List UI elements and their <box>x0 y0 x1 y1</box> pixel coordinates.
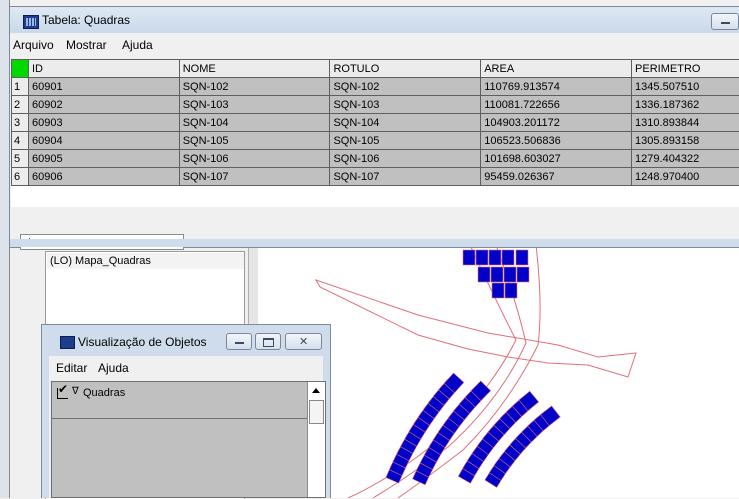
scroll-up-arrow-icon[interactable] <box>309 384 323 398</box>
cell-perimetro[interactable]: 1305.893158 <box>632 132 739 150</box>
layer-item-mapa-quadras[interactable]: (LO) Mapa_Quadras <box>47 253 244 269</box>
table-row[interactable]: 5 60905 SQN-106 SQN-106 101698.603027 12… <box>12 150 739 168</box>
row-number[interactable]: 1 <box>12 78 29 96</box>
cell-rotulo[interactable]: SQN-103 <box>330 96 481 114</box>
cell-area[interactable]: 106523.506836 <box>481 132 632 150</box>
viewer-client: Editar Ajuda ∇ Quadras <box>49 356 323 498</box>
cell-id[interactable]: 60902 <box>28 96 179 114</box>
menu-ajuda-viewer[interactable]: Ajuda <box>98 361 129 375</box>
column-header-rotulo[interactable]: ROTULO <box>330 60 481 78</box>
column-header-perimetro[interactable]: PERIMETRO <box>632 60 739 78</box>
row-number[interactable]: 6 <box>12 168 29 186</box>
cell-nome[interactable]: SQN-107 <box>179 168 330 186</box>
cell-area[interactable]: 110081.722656 <box>481 96 632 114</box>
minimize-button[interactable] <box>711 13 739 30</box>
parcel-block <box>516 250 528 265</box>
cell-area[interactable]: 95459.026367 <box>481 168 632 186</box>
cell-rotulo[interactable]: SQN-105 <box>330 132 481 150</box>
parcel-block <box>489 250 501 265</box>
cell-perimetro[interactable]: 1345.507510 <box>632 78 739 96</box>
attribute-grid: ID NOME ROTULO AREA PERIMETRO 1 60901 SQ… <box>11 59 739 207</box>
object-viewer-window: Visualização de Objetos Editar Ajuda ∇ Q… <box>41 324 331 498</box>
menu-ajuda[interactable]: Ajuda <box>122 38 153 52</box>
column-header-nome[interactable]: NOME <box>179 60 330 78</box>
cell-nome[interactable]: SQN-103 <box>179 96 330 114</box>
cell-nome[interactable]: SQN-106 <box>179 150 330 168</box>
cell-perimetro[interactable]: 1248.970400 <box>632 168 739 186</box>
object-list: ∇ Quadras <box>51 381 326 498</box>
table-window: Tabela: Quadras Arquivo Mostrar Ajuda ID… <box>9 6 739 248</box>
table-row[interactable]: 3 60903 SQN-104 SQN-104 104903.201172 13… <box>12 114 739 132</box>
cell-perimetro[interactable]: 1310.893844 <box>632 114 739 132</box>
cell-rotulo[interactable]: SQN-107 <box>330 168 481 186</box>
parcel-block <box>463 250 475 265</box>
column-header-id[interactable]: ID <box>28 60 179 78</box>
object-item-label: Quadras <box>83 387 125 399</box>
cell-rotulo[interactable]: SQN-106 <box>330 150 481 168</box>
expand-triangle-icon[interactable]: ∇ <box>72 386 79 397</box>
table-window-titlebar[interactable]: Tabela: Quadras <box>10 7 739 33</box>
table-row[interactable]: 1 60901 SQN-102 SQN-102 110769.913574 13… <box>12 78 739 96</box>
vertical-scrollbar[interactable] <box>307 382 325 497</box>
table-row[interactable]: 4 60904 SQN-105 SQN-105 106523.506836 13… <box>12 132 739 150</box>
cell-rotulo[interactable]: SQN-104 <box>330 114 481 132</box>
menu-mostrar[interactable]: Mostrar <box>66 38 107 52</box>
table-window-bottom-border <box>10 239 739 247</box>
viewer-minimize-button[interactable] <box>226 333 252 350</box>
viewer-maximize-button[interactable] <box>255 333 281 350</box>
row-number[interactable]: 3 <box>12 114 29 132</box>
table-menubar: Arquivo Mostrar Ajuda <box>10 33 739 55</box>
parcel-block <box>502 250 514 265</box>
parcel-block <box>504 267 516 282</box>
cell-id[interactable]: 60903 <box>28 114 179 132</box>
cell-area[interactable]: 101698.603027 <box>481 150 632 168</box>
cell-id[interactable]: 60905 <box>28 150 179 168</box>
cell-nome[interactable]: SQN-104 <box>179 114 330 132</box>
table-app-icon <box>23 15 39 29</box>
scroll-thumb[interactable] <box>309 400 324 424</box>
visibility-checkbox[interactable] <box>57 388 68 399</box>
attribute-table: ID NOME ROTULO AREA PERIMETRO 1 60901 SQ… <box>11 59 739 186</box>
object-item-quadras[interactable]: ∇ Quadras <box>52 382 310 419</box>
menu-arquivo[interactable]: Arquivo <box>13 38 54 52</box>
cell-id[interactable]: 60904 <box>28 132 179 150</box>
table-header-row: ID NOME ROTULO AREA PERIMETRO <box>12 60 739 78</box>
cell-id[interactable]: 60906 <box>28 168 179 186</box>
cell-nome[interactable]: SQN-105 <box>179 132 330 150</box>
viewer-app-icon <box>60 336 75 349</box>
viewer-window-title: Visualização de Objetos <box>78 335 207 349</box>
column-header-area[interactable]: AREA <box>481 60 632 78</box>
viewer-menubar: Editar Ajuda <box>49 356 323 378</box>
table-row[interactable]: 6 60906 SQN-107 SQN-107 95459.026367 124… <box>12 168 739 186</box>
viewer-close-button[interactable] <box>285 333 322 350</box>
cell-id[interactable]: 60901 <box>28 78 179 96</box>
parcel-block <box>517 267 529 282</box>
road-outline <box>316 280 636 377</box>
cell-perimetro[interactable]: 1279.404322 <box>632 150 739 168</box>
row-number[interactable]: 5 <box>12 150 29 168</box>
cell-perimetro[interactable]: 1336.187362 <box>632 96 739 114</box>
parcel-block <box>478 267 490 282</box>
cell-nome[interactable]: SQN-102 <box>179 78 330 96</box>
parcel-block <box>492 283 504 298</box>
table-window-client: Arquivo Mostrar Ajuda ID NOME ROTULO ARE… <box>10 33 739 239</box>
row-number[interactable]: 2 <box>12 96 29 114</box>
row-number[interactable]: 4 <box>12 132 29 150</box>
select-all-corner[interactable] <box>12 60 29 78</box>
cell-area[interactable]: 110769.913574 <box>481 78 632 96</box>
table-row[interactable]: 2 60902 SQN-103 SQN-103 110081.722656 13… <box>12 96 739 114</box>
cell-rotulo[interactable]: SQN-102 <box>330 78 481 96</box>
cell-area[interactable]: 104903.201172 <box>481 114 632 132</box>
parcel-block <box>505 283 517 298</box>
table-window-title: Tabela: Quadras <box>42 13 130 27</box>
menu-editar[interactable]: Editar <box>56 361 87 375</box>
parcel-block <box>476 250 488 265</box>
parcel-block <box>491 267 503 282</box>
